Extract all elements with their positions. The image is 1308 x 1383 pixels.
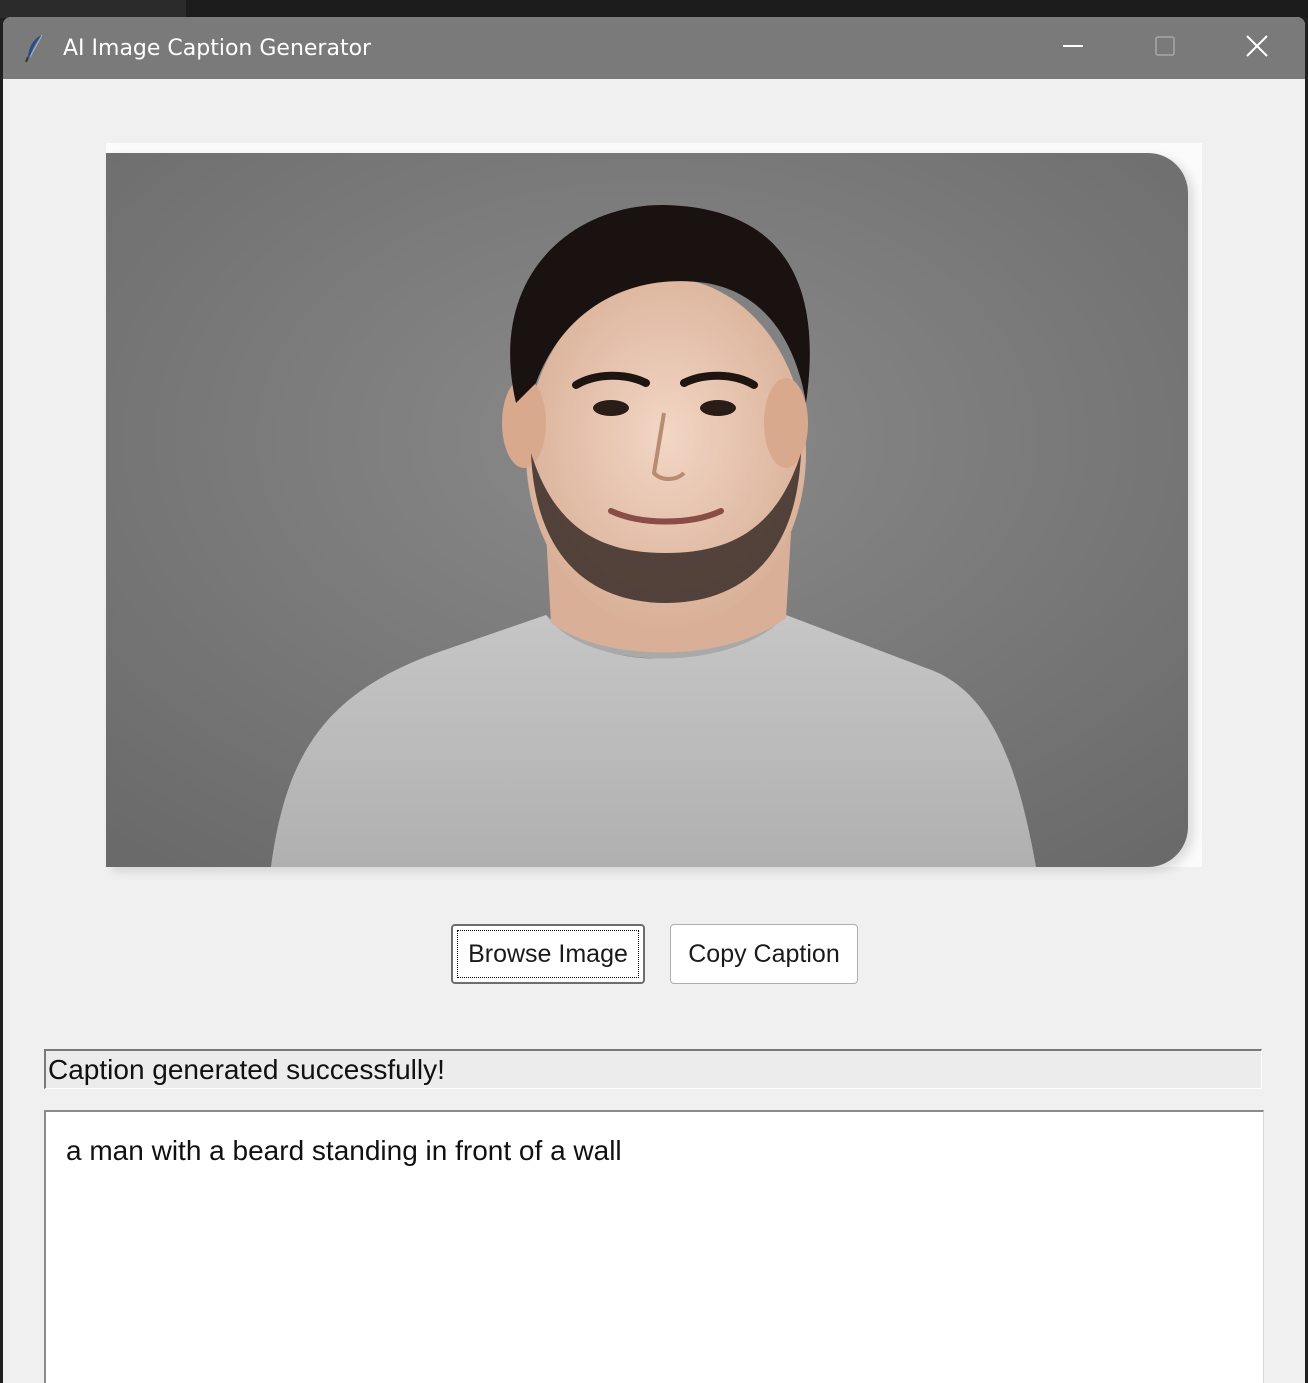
window-title: AI Image Caption Generator (63, 36, 372, 61)
browse-image-button[interactable]: Browse Image (451, 924, 645, 984)
title-bar[interactable]: AI Image Caption Generator (3, 17, 1305, 79)
background-window-edge (0, 0, 186, 18)
maximize-button[interactable] (1119, 17, 1211, 79)
image-preview-frame (106, 143, 1202, 867)
maximize-icon (1153, 34, 1177, 63)
caption-text-area[interactable]: a man with a beard standing in front of … (44, 1110, 1264, 1383)
status-label: Caption generated successfully! (44, 1049, 1262, 1089)
browse-image-label: Browse Image (468, 939, 628, 968)
caption-text: a man with a beard standing in front of … (66, 1135, 622, 1166)
close-button[interactable] (1211, 17, 1303, 79)
minimize-button[interactable] (1027, 17, 1119, 79)
app-window: AI Image Caption Generator Browse Image … (3, 17, 1305, 1383)
feather-icon (23, 33, 47, 63)
desktop-background (0, 0, 1308, 18)
copy-caption-label: Copy Caption (688, 939, 840, 968)
minimize-icon (1061, 34, 1085, 63)
close-icon (1244, 33, 1270, 64)
portrait-photo (106, 153, 1188, 867)
copy-caption-button[interactable]: Copy Caption (670, 924, 858, 984)
